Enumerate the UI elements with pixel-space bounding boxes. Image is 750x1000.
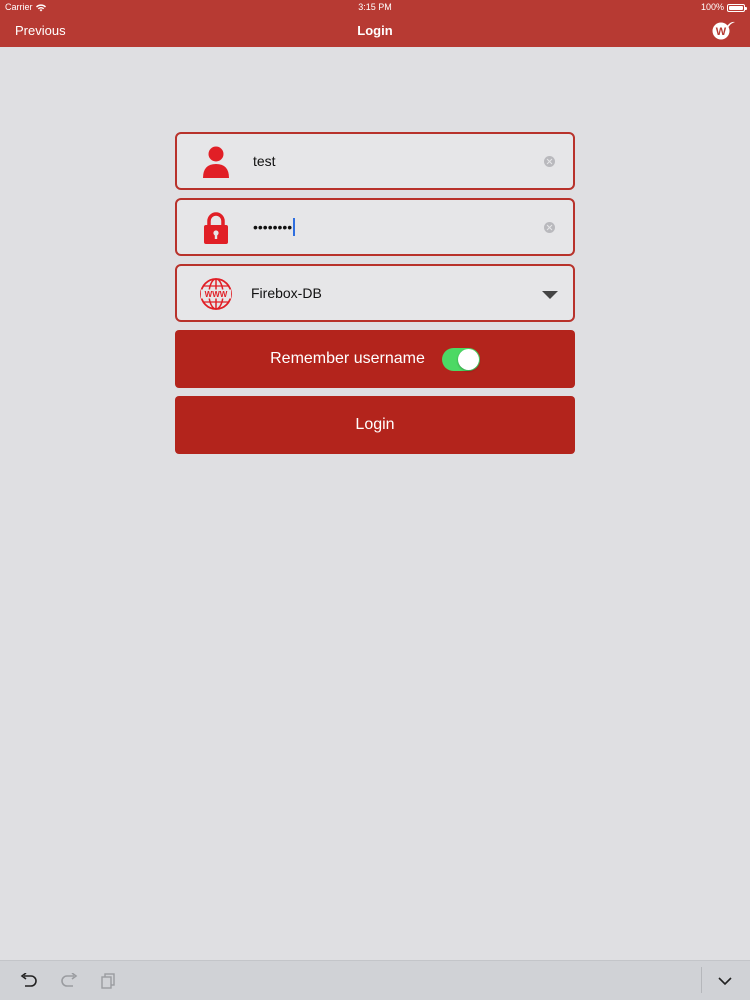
battery-icon [727,3,747,12]
remember-username-label: Remember username [270,350,425,367]
page-title: Login [357,23,393,38]
battery-indicator: 100% [700,0,747,15]
password-field[interactable]: •••••••• [175,198,575,256]
lock-icon [199,211,233,245]
toolbar-divider [701,967,702,993]
remember-username-row[interactable]: Remember username [175,330,575,388]
navigation-bar: Carrier 3:15 PM 100% Previous Login W [0,0,750,47]
status-bar: Carrier 3:15 PM 100% [0,0,750,15]
clear-username-icon[interactable] [544,156,555,167]
login-button[interactable]: Login [175,396,575,454]
password-value: •••••••• [253,200,296,254]
paste-icon[interactable] [100,973,118,989]
username-field[interactable]: test [175,132,575,190]
undo-icon[interactable] [20,973,38,989]
clear-password-icon[interactable] [544,222,555,233]
text-caret [293,218,296,236]
svg-text:W: W [716,26,727,38]
server-selected-value: Firebox-DB [251,285,322,301]
globe-www-icon: WWW [199,277,233,311]
keyboard-shortcut-bar [0,960,750,1000]
chevron-down-icon [542,291,558,299]
brand-w-logo-icon[interactable]: W [712,20,736,40]
server-select[interactable]: WWW Firebox-DB [175,264,575,322]
password-mask: •••••••• [253,219,293,235]
svg-text:WWW: WWW [205,290,228,299]
battery-percent: 100% [700,2,724,12]
clock: 3:15 PM [358,2,392,12]
toggle-knob [457,348,479,370]
user-icon [199,145,233,179]
chevron-down-icon[interactable] [716,973,734,989]
redo-icon[interactable] [60,973,78,989]
login-form: test •••••••• WWW Firebox-DB Remember us… [175,132,575,462]
username-value: test [253,153,276,169]
remember-username-toggle[interactable] [441,347,480,371]
